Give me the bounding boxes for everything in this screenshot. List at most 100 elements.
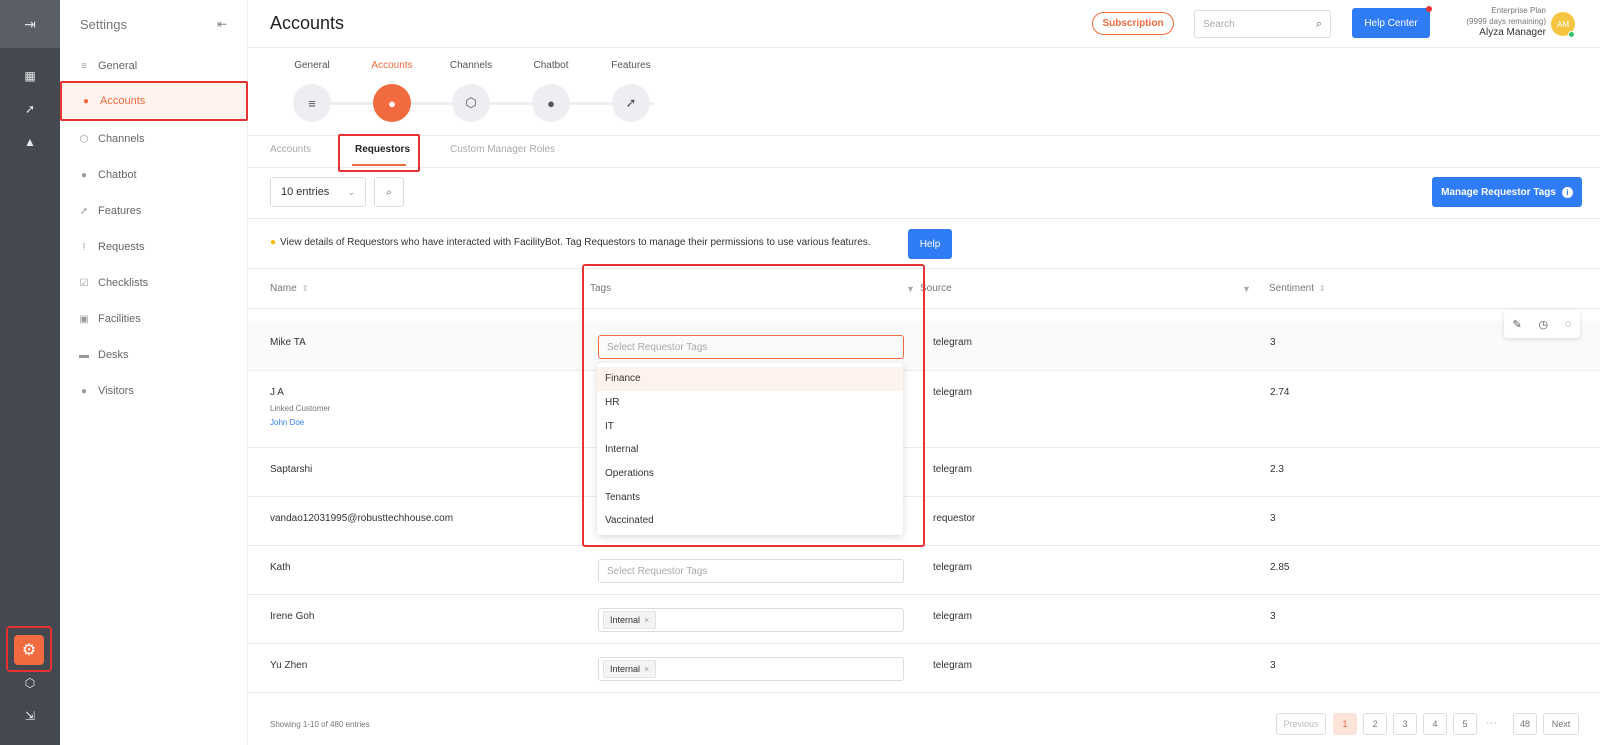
subscription-button[interactable]: Subscription xyxy=(1092,12,1174,35)
step-chatbot-chat-icon[interactable]: ● xyxy=(532,84,570,122)
source-filter-icon[interactable]: ▼ xyxy=(1242,284,1251,294)
sidebar-item-checklists[interactable]: ☑ Checklists xyxy=(60,265,248,301)
column-sentiment-label: Sentiment xyxy=(1269,283,1315,294)
help-center-button[interactable]: Help Center xyxy=(1352,8,1430,38)
page-title: Accounts xyxy=(270,13,345,33)
remove-tag-icon[interactable]: × xyxy=(644,664,649,674)
column-source-label: Source xyxy=(920,283,952,294)
row-name: Saptarshi xyxy=(270,464,313,475)
step-accounts-users-icon[interactable]: ● xyxy=(373,84,411,122)
table-row[interactable]: vandao12031995@robusttechhouse.com reque… xyxy=(248,497,1600,546)
lightbulb-icon: ● xyxy=(270,237,277,248)
plan-info: Enterprise Plan (9999 days remaining) Al… xyxy=(1428,5,1546,38)
row-sentiment: 2.74 xyxy=(1270,387,1290,398)
tags-select[interactable]: Select Requestor Tags xyxy=(598,559,904,583)
dashboard-icon[interactable]: ▦ xyxy=(0,62,60,90)
page-button[interactable]: 5 xyxy=(1453,713,1477,735)
column-name[interactable]: Name ⇕ xyxy=(270,283,308,294)
sidebar-item-features[interactable]: ➚ Features xyxy=(60,193,248,229)
table-search-button[interactable]: ⌕ xyxy=(374,177,404,207)
entries-select[interactable]: 10 entries ⌄ xyxy=(270,177,366,207)
step-channels-cube-icon[interactable]: ⬡ xyxy=(452,84,490,122)
tab-requestors[interactable]: Requestors xyxy=(355,144,410,155)
table-row[interactable]: Saptarshi telegram 2.3 xyxy=(248,448,1600,497)
tags-select[interactable]: Internal × xyxy=(598,657,904,681)
manage-requestor-tags-button[interactable]: Manage Requestor Tags i xyxy=(1432,177,1582,207)
row-source: telegram xyxy=(933,660,972,671)
column-sentiment[interactable]: Sentiment ⇕ xyxy=(1269,283,1326,294)
step-features-label[interactable]: Features xyxy=(601,60,661,71)
dropdown-option[interactable]: IT xyxy=(597,414,903,438)
dropdown-option[interactable]: Internal xyxy=(597,438,903,462)
sidebar-item-desks[interactable]: ▬ Desks xyxy=(60,337,248,373)
page-button[interactable]: 2 xyxy=(1363,713,1387,735)
dropdown-option[interactable]: Operations xyxy=(597,462,903,486)
step-accounts-label[interactable]: Accounts xyxy=(362,60,422,71)
linked-customer-link[interactable]: John Doe xyxy=(270,418,304,427)
tab-accounts[interactable]: Accounts xyxy=(270,144,311,155)
page-button[interactable]: 48 xyxy=(1513,713,1537,735)
table-toolbar: 10 entries ⌄ ⌕ Manage Requestor Tags i xyxy=(248,168,1600,219)
row-name: Yu Zhen xyxy=(270,660,308,671)
tags-filter-icon[interactable]: ▼ xyxy=(906,284,915,294)
sidebar-item-label: Facilities xyxy=(98,313,141,325)
info-notice: ● View details of Requestors who have int… xyxy=(248,219,1600,269)
sidebar-item-label: Features xyxy=(98,205,142,217)
tags-placeholder: Select Requestor Tags xyxy=(607,565,708,577)
linked-customer-label: Linked Customer xyxy=(270,404,331,413)
table-header: Name ⇕ Tags ▼ Source ▼ Sentiment ⇕ xyxy=(248,269,1600,309)
subtabs: Accounts Requestors Custom Manager Roles xyxy=(248,134,1600,172)
tab-custom-manager-roles[interactable]: Custom Manager Roles xyxy=(450,144,555,155)
row-source: requestor xyxy=(933,513,976,524)
history-icon[interactable]: ◷ xyxy=(1539,318,1549,331)
table-row[interactable]: Irene Goh Internal × telegram 3 xyxy=(248,595,1600,644)
previous-page-button[interactable]: Previous xyxy=(1276,713,1326,735)
page-button[interactable]: 3 xyxy=(1393,713,1417,735)
dropdown-option[interactable]: Vaccinated xyxy=(597,509,903,533)
page-button[interactable]: 1 xyxy=(1333,713,1357,735)
sidebar-item-requests[interactable]: ! Requests xyxy=(60,229,248,265)
step-chatbot-label[interactable]: Chatbot xyxy=(521,60,581,71)
collapse-sidebar-icon[interactable]: ⇤ xyxy=(217,17,227,31)
expand-menu-icon[interactable]: ⇥ xyxy=(0,0,60,48)
dropdown-option[interactable]: HR xyxy=(597,391,903,415)
sidebar-item-chatbot[interactable]: ● Chatbot xyxy=(60,157,248,193)
next-page-button[interactable]: Next xyxy=(1543,713,1579,735)
dropdown-option[interactable]: Finance xyxy=(597,367,903,391)
step-channels-label[interactable]: Channels xyxy=(441,60,501,71)
edit-icon[interactable]: ✎ xyxy=(1512,318,1521,331)
page-button[interactable]: 4 xyxy=(1423,713,1447,735)
sliders-icon: ≡ xyxy=(81,60,87,72)
table-row[interactable]: J A Linked Customer John Doe telegram 2.… xyxy=(248,371,1600,448)
row-sentiment: 3 xyxy=(1270,611,1276,622)
remove-tag-icon[interactable]: × xyxy=(644,615,649,625)
dropdown-option[interactable]: Tenants xyxy=(597,485,903,509)
help-button[interactable]: Help xyxy=(908,229,952,259)
settings-gear-icon[interactable]: ⚙ xyxy=(14,635,44,665)
sidebar-item-channels[interactable]: ⬡ Channels xyxy=(60,121,248,157)
row-actions: ✎ ◷ ◌ xyxy=(1504,310,1580,338)
step-features-rocket-icon[interactable]: ➚ xyxy=(612,84,650,122)
step-general-label[interactable]: General xyxy=(282,60,342,71)
tags-select[interactable]: Internal × xyxy=(598,608,904,632)
cube-icon[interactable]: ⬡ xyxy=(0,669,60,697)
sidebar-item-visitors[interactable]: ● Visitors xyxy=(60,373,248,409)
search-input[interactable]: Search ⌕ xyxy=(1194,10,1331,38)
active-tab-underline xyxy=(352,164,406,166)
tags-select[interactable]: Select Requestor Tags xyxy=(598,335,904,359)
chat-bubble-icon[interactable]: ◌ xyxy=(1565,318,1572,330)
column-tags: Tags xyxy=(590,283,611,294)
plan-remaining: (9999 days remaining) xyxy=(1466,17,1546,26)
sidebar-item-accounts[interactable]: ● Accounts xyxy=(60,81,248,121)
analytics-icon[interactable]: ▲ xyxy=(0,128,60,156)
logout-icon[interactable]: ⇲ xyxy=(0,702,60,730)
step-general-sliders-icon[interactable]: ≡ xyxy=(293,84,331,122)
row-source: telegram xyxy=(933,464,972,475)
table-row[interactable]: Mike TA Select Requestor Tags telegram 3 xyxy=(248,321,1600,371)
rocket-icon[interactable]: ➚ xyxy=(0,95,60,123)
table-row[interactable]: Kath Select Requestor Tags telegram 2.85 xyxy=(248,546,1600,595)
sidebar-item-facilities[interactable]: ▣ Facilities xyxy=(60,301,248,337)
sidebar-item-label: Requests xyxy=(98,241,145,253)
table-row[interactable]: Yu Zhen Internal × telegram 3 xyxy=(248,644,1600,693)
sidebar-item-general[interactable]: ≡ General xyxy=(60,48,248,84)
